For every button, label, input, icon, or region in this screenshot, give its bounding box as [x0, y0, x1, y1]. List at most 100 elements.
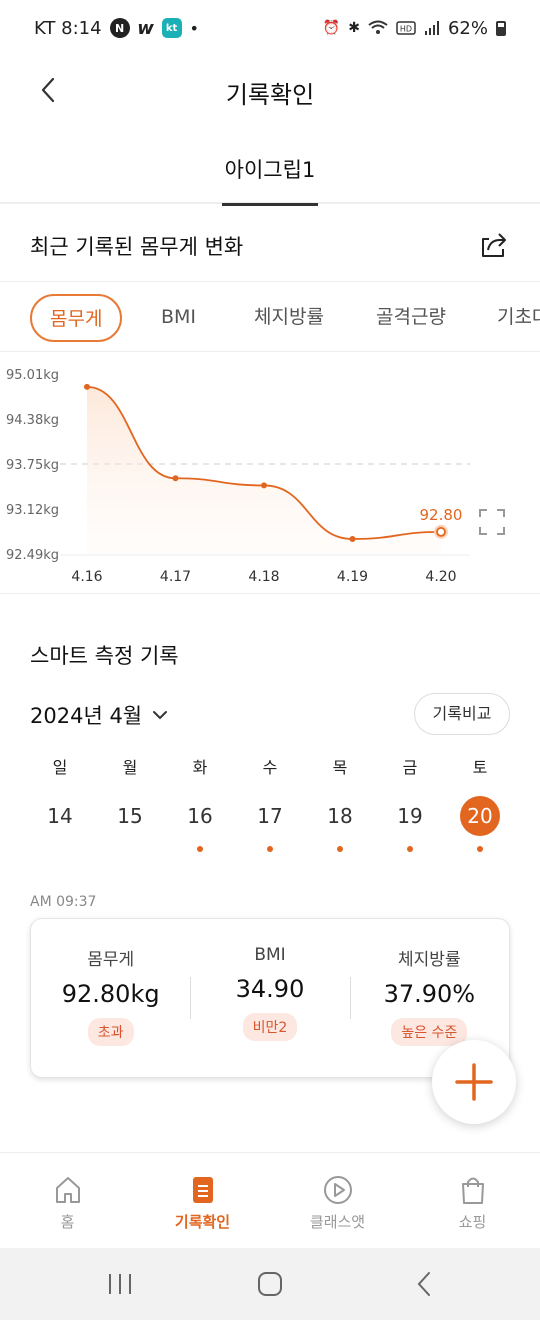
metric-label: BMI	[254, 945, 286, 965]
record-dot	[477, 846, 483, 852]
home-system-button[interactable]	[250, 1264, 290, 1304]
add-record-button[interactable]	[432, 1040, 516, 1124]
hd-icon: HD	[396, 21, 416, 35]
chart-fill-area	[87, 386, 441, 554]
metric-value: 37.90%	[383, 980, 476, 1008]
x-tick-label: 4.16	[71, 569, 102, 585]
metric-label: 체지방률	[398, 950, 461, 970]
day-number: 15	[117, 804, 143, 828]
bluetooth-icon: ✱	[348, 20, 360, 36]
record-dot	[407, 846, 413, 852]
recent-apps-icon	[109, 1274, 131, 1294]
signal-icon	[424, 21, 439, 35]
record-dot	[127, 846, 133, 852]
back-system-button[interactable]	[404, 1264, 444, 1304]
highlight-value-label: 92.80	[420, 506, 463, 524]
notification-dot: •	[189, 18, 199, 38]
wifi-icon	[368, 20, 388, 34]
chevron-down-icon	[153, 711, 168, 720]
metric-value: 34.90	[235, 975, 305, 1003]
page-title: 기록확인	[225, 81, 315, 109]
nav-records[interactable]: 기록확인	[135, 1153, 270, 1248]
y-tick-label: 93.12kg	[6, 503, 59, 518]
weekday-label: 월	[122, 758, 138, 777]
x-tick-label: 4.19	[337, 569, 368, 585]
weekday-label: 금	[402, 758, 418, 777]
y-tick-label: 95.01kg	[6, 368, 59, 383]
weight-line-chart: 95.01kg 94.38kg 93.75kg 93.12kg 92.49kg 4.16…	[6, 368, 470, 585]
day-cell-wed[interactable]: 수 17	[236, 756, 304, 852]
weight-chart: 95.01kg 94.38kg 93.75kg 93.12kg 92.49kg 4.16…	[0, 352, 540, 594]
w-app-icon: w	[137, 17, 154, 39]
nav-shopping[interactable]: 쇼핑	[405, 1153, 540, 1248]
document-icon	[192, 1177, 213, 1203]
day-cell-fri[interactable]: 금 19	[376, 756, 444, 852]
tab-body-fat[interactable]: 체지방률	[254, 294, 324, 342]
day-cell-sun[interactable]: 일 14	[26, 756, 94, 852]
day-cell-mon[interactable]: 월 15	[96, 756, 164, 852]
y-tick-label: 94.38kg	[6, 413, 59, 428]
data-point[interactable]	[261, 482, 267, 489]
record-card[interactable]: 몸무게 92.80kg 초과 BMI 34.90 비만2 체지방률 37.90%…	[30, 918, 510, 1078]
smart-record-title: 스마트 측정 기록	[30, 644, 179, 668]
tab-basal-metabolism[interactable]: 기초대	[497, 294, 540, 342]
metric-label: 몸무게	[87, 950, 135, 970]
x-tick-label: 4.20	[425, 569, 456, 585]
record-dot	[267, 846, 273, 852]
top-header: 기록확인	[0, 56, 540, 126]
home-square-icon	[258, 1272, 282, 1296]
shopping-bag-icon	[461, 1177, 484, 1204]
weekday-label: 목	[332, 758, 348, 777]
record-dot	[57, 846, 63, 852]
back-chevron-icon	[417, 1272, 430, 1296]
nav-home[interactable]: 홈	[0, 1153, 135, 1248]
nav-label: 홈	[60, 1213, 75, 1231]
record-dot	[337, 846, 343, 852]
tab-profile[interactable]: 아이그립1	[222, 154, 318, 206]
bottom-nav: 홈 기록확인 클래스앳 쇼핑	[0, 1152, 540, 1248]
battery-icon	[496, 20, 506, 36]
status-badge: 비만2	[242, 1013, 298, 1041]
compare-records-button[interactable]: 기록비교	[414, 693, 510, 735]
day-cell-thu[interactable]: 목 18	[306, 756, 374, 852]
play-circle-icon	[323, 1176, 352, 1204]
tab-bmi[interactable]: BMI	[161, 294, 196, 342]
expand-icon[interactable]	[478, 508, 506, 536]
data-point[interactable]	[436, 526, 446, 537]
day-number: 19	[397, 804, 423, 828]
nav-label: 쇼핑	[458, 1213, 487, 1231]
data-point[interactable]	[84, 383, 90, 390]
weight-change-header: 최근 기록된 몸무게 변화	[0, 206, 540, 282]
day-cell-tue[interactable]: 화 16	[166, 756, 234, 852]
data-point[interactable]	[172, 475, 179, 482]
profile-tab-bar: 아이그립1	[0, 130, 540, 206]
record-weight: 몸무게 92.80kg 초과	[31, 919, 190, 1077]
nav-class[interactable]: 클래스앳	[270, 1153, 405, 1248]
weekday-label: 수	[262, 758, 278, 777]
day-number: 18	[327, 804, 353, 828]
month-label: 2024년 4월	[30, 704, 143, 728]
recent-apps-button[interactable]	[100, 1264, 140, 1304]
nav-label: 클래스앳	[309, 1213, 366, 1231]
day-cell-sat[interactable]: 토 20	[446, 756, 514, 852]
month-selector[interactable]: 2024년 4월	[30, 700, 168, 730]
record-time: AM 09:37	[30, 894, 97, 910]
y-tick-label: 93.75kg	[6, 458, 59, 473]
kt-app-icon: kt	[161, 18, 182, 38]
tab-weight[interactable]: 몸무게	[30, 294, 123, 342]
day-number: 17	[257, 804, 283, 828]
status-bar: KT 8:14 N w kt • ⏰ ✱ HD 62%	[0, 0, 540, 56]
alarm-icon: ⏰	[322, 20, 341, 36]
metric-value: 92.80kg	[61, 980, 160, 1008]
share-icon[interactable]	[478, 230, 508, 260]
x-tick-label: 4.17	[160, 569, 191, 585]
system-nav-bar	[0, 1248, 540, 1320]
tab-skeletal-muscle[interactable]: 골격근량	[376, 294, 446, 342]
naver-app-icon: N	[109, 18, 130, 38]
data-point[interactable]	[349, 536, 356, 542]
weekday-label: 화	[192, 758, 208, 777]
home-icon	[55, 1177, 80, 1203]
status-badge: 높은 수준	[391, 1018, 468, 1046]
metric-tabs: 몸무게 BMI 체지방률 골격근량 기초대	[0, 284, 540, 352]
battery-percent: 62%	[447, 17, 488, 39]
